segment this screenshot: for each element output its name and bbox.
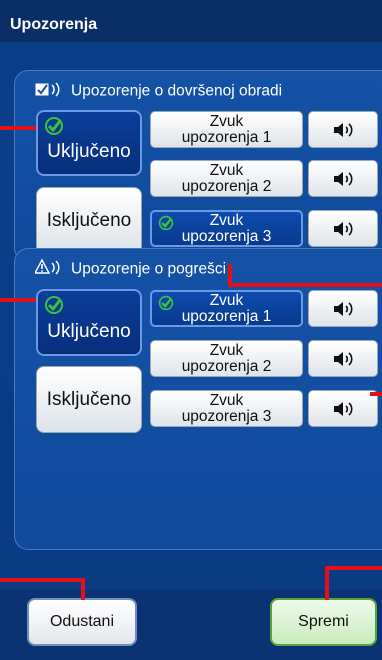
completed-off-label: Isključeno: [46, 209, 132, 231]
error-off-label: Isključeno: [46, 388, 132, 410]
error-alert-label: Upozorenje o pogrešci: [71, 260, 227, 278]
callout-line-completed-on: [0, 126, 36, 130]
completed-on-label: Uključeno: [47, 141, 131, 162]
speaker-icon: [334, 301, 353, 316]
completed-on-button[interactable]: Uključeno: [36, 110, 142, 176]
callout-line-save-v: [325, 566, 329, 600]
completed-sound-3-button[interactable]: Zvuk upozorenja 3: [150, 210, 303, 247]
callout-line-error-sound: [370, 392, 382, 396]
error-off-button[interactable]: Isključeno: [36, 366, 142, 433]
completed-play-3-button[interactable]: [308, 210, 378, 247]
check-icon: [158, 295, 174, 315]
cancel-label: Odustani: [49, 613, 115, 630]
error-alert-title: Upozorenje o pogrešci: [33, 258, 227, 280]
speaker-icon: [334, 351, 353, 366]
check-icon: [44, 116, 64, 142]
title-bar: Upozorenja: [0, 0, 382, 42]
speaker-icon: [334, 401, 353, 416]
callout-line-cancel-v: [81, 578, 85, 600]
completed-alert-label: Upozorenje o dovršenoj obradi: [71, 82, 283, 100]
sound-label-line1: Zvuk: [209, 291, 244, 309]
error-sound-2-button[interactable]: Zvuk upozorenja 2: [150, 340, 303, 377]
sound-label-line1: Zvuk: [209, 211, 244, 229]
completed-off-button[interactable]: Isključeno: [36, 187, 142, 254]
callout-line-completed-sound-h: [228, 283, 382, 287]
completed-sound-2-button[interactable]: Zvuk upozorenja 2: [150, 160, 303, 197]
sound-label-line1: Zvuk: [209, 112, 244, 130]
error-play-1-button[interactable]: [308, 290, 378, 327]
sound-label-line2: upozorenja 2: [181, 357, 272, 375]
completed-play-1-button[interactable]: [308, 111, 378, 148]
sound-label-line2: upozorenja 3: [181, 407, 272, 425]
callout-line-error-on: [0, 298, 36, 302]
error-sound-1-button[interactable]: Zvuk upozorenja 1: [150, 290, 303, 327]
page-title: Upozorenja: [10, 16, 98, 33]
completed-play-2-button[interactable]: [308, 160, 378, 197]
callout-line-cancel-h: [0, 578, 84, 582]
sound-label-line1: Zvuk: [209, 161, 244, 179]
error-sound-3-button[interactable]: Zvuk upozorenja 3: [150, 390, 303, 427]
sound-label-line2: upozorenja 1: [181, 128, 272, 146]
callout-line-save-h: [325, 566, 382, 570]
save-button[interactable]: Spremi: [270, 598, 377, 646]
save-label: Spremi: [298, 613, 349, 630]
speaker-icon: [334, 122, 353, 137]
sound-label-line2: upozorenja 2: [181, 177, 272, 195]
sound-label-line2: upozorenja 3: [181, 227, 272, 245]
cancel-button[interactable]: Odustani: [27, 598, 137, 646]
completed-sound-1-button[interactable]: Zvuk upozorenja 1: [150, 111, 303, 148]
check-icon: [158, 215, 174, 235]
error-play-3-button[interactable]: [308, 390, 378, 427]
check-icon: [44, 295, 64, 321]
completed-alert-title: Upozorenje o dovršenoj obradi: [35, 81, 282, 102]
error-on-label: Uključeno: [47, 320, 131, 342]
error-play-2-button[interactable]: [308, 340, 378, 377]
checkbox-sound-icon: [35, 81, 65, 102]
error-on-button[interactable]: Uključeno: [36, 289, 142, 356]
speaker-icon: [334, 221, 353, 236]
warning-sound-icon: [33, 258, 65, 280]
sound-label-line2: upozorenja 1: [181, 307, 272, 325]
speaker-icon: [334, 171, 353, 186]
sound-label-line1: Zvuk: [209, 341, 244, 359]
sound-label-line1: Zvuk: [209, 391, 244, 409]
